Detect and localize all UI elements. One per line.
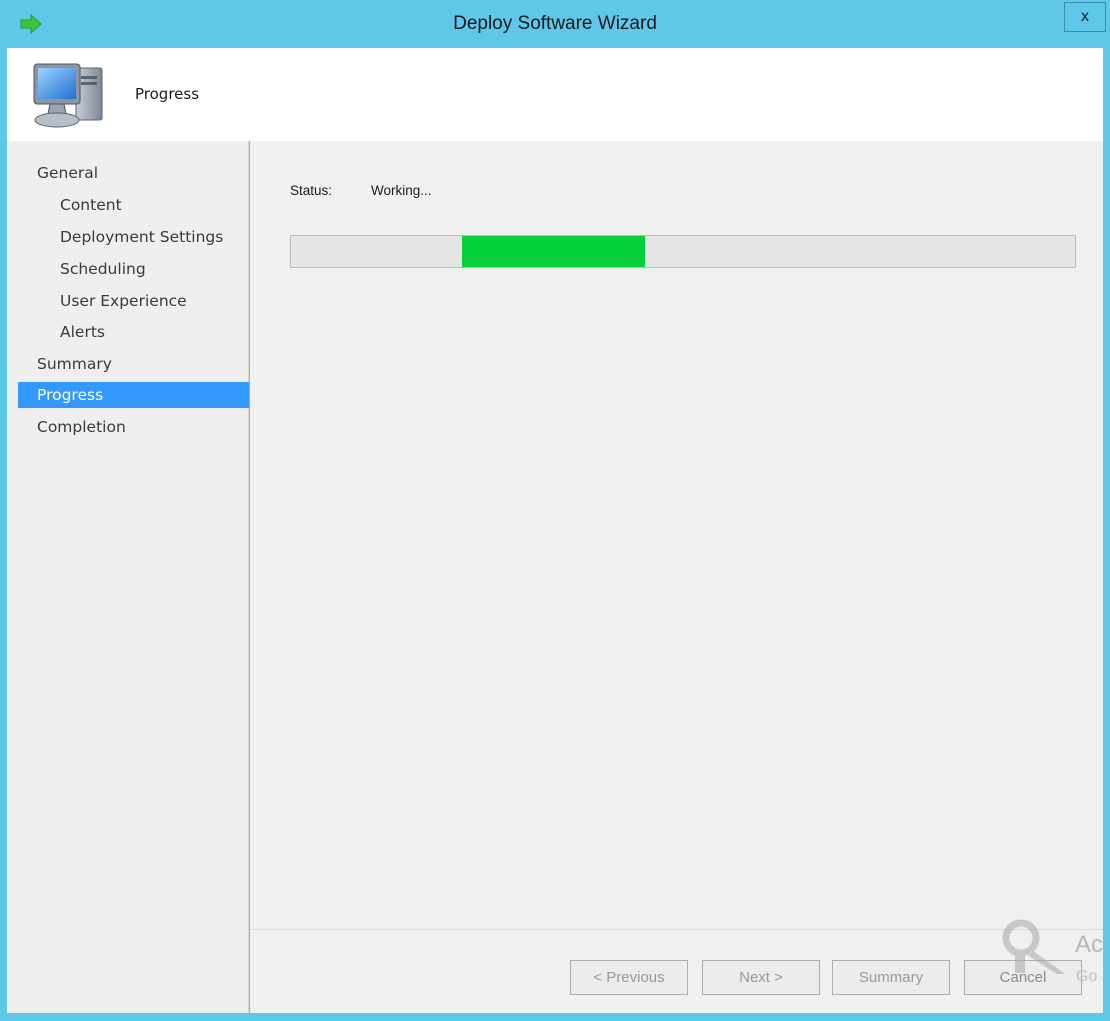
key-icon <box>1002 919 1065 974</box>
wizard-footer: < Previous Next > Summary Cancel <box>250 929 1103 1013</box>
window-title: Deploy Software Wizard <box>453 13 657 34</box>
title-bar[interactable]: Deploy Software Wizard x <box>0 0 1110 48</box>
status-label: Status: <box>290 183 333 198</box>
step-content[interactable]: Content <box>18 192 249 218</box>
watermark-line-1: Ac <box>1075 931 1104 958</box>
page-title: Progress <box>135 85 200 103</box>
step-scheduling[interactable]: Scheduling <box>18 256 249 282</box>
step-alerts[interactable]: Alerts <box>18 319 249 345</box>
wizard-steps-sidebar: General Content Deployment Settings Sche… <box>7 141 249 1013</box>
summary-button[interactable]: Summary <box>832 960 950 995</box>
step-general[interactable]: General <box>18 160 249 186</box>
progress-marquee-fill <box>462 236 645 267</box>
step-summary[interactable]: Summary <box>18 351 249 377</box>
step-completion[interactable]: Completion <box>18 414 249 440</box>
progress-bar <box>290 235 1076 268</box>
previous-button[interactable]: < Previous <box>570 960 688 995</box>
wizard-header: Progress <box>7 48 1103 141</box>
watermark-line-2: Go <box>1076 968 1098 985</box>
step-progress[interactable]: Progress <box>18 382 249 408</box>
close-button[interactable]: x <box>1064 2 1106 32</box>
computer-icon <box>33 63 103 128</box>
step-user-experience[interactable]: User Experience <box>18 288 249 314</box>
progress-panel: Status: Working... <box>250 141 1103 929</box>
wizard-window: Deploy Software Wizard x Progress Genera… <box>0 0 1110 1021</box>
next-button[interactable]: Next > <box>702 960 820 995</box>
window-bottom-border <box>0 1013 1110 1021</box>
step-deployment-settings[interactable]: Deployment Settings <box>18 224 249 250</box>
status-value: Working... <box>371 183 432 198</box>
